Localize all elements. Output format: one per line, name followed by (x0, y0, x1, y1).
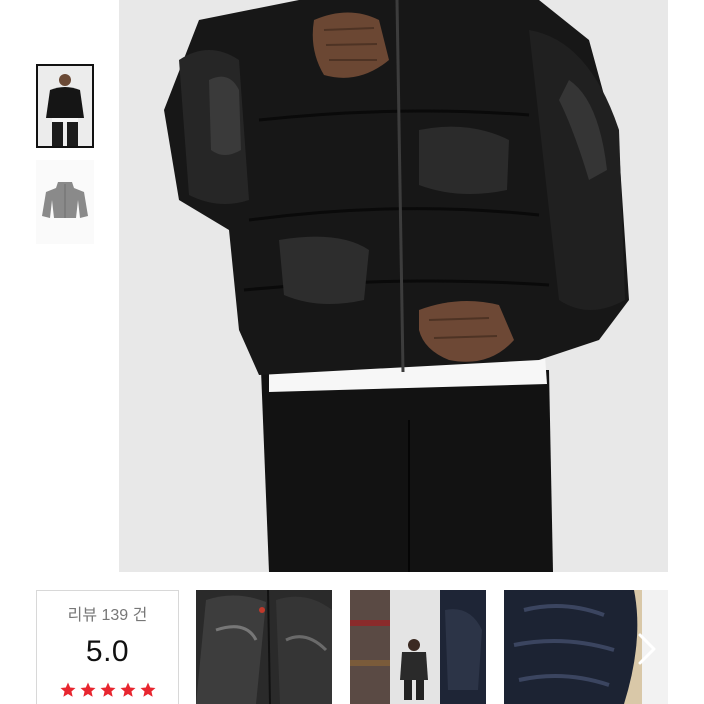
star-icon (140, 682, 155, 697)
star-icon (80, 682, 95, 697)
star-rating (37, 681, 178, 699)
review-photo[interactable] (196, 590, 332, 704)
star-icon (100, 682, 115, 697)
star-icon (60, 682, 75, 697)
main-product-image[interactable] (119, 0, 668, 572)
next-button[interactable] (632, 628, 662, 670)
star-icon (120, 682, 135, 697)
review-summary-card[interactable]: 리뷰 139 건 5.0 (36, 590, 179, 704)
review-score: 5.0 (85, 635, 130, 668)
thumbnail-model-front[interactable] (36, 64, 94, 148)
thumbnail-jacket-flat[interactable] (36, 160, 94, 244)
chevron-right-icon (638, 633, 656, 665)
review-photo[interactable] (350, 590, 486, 704)
review-count: 리뷰 139 건 (67, 607, 148, 624)
